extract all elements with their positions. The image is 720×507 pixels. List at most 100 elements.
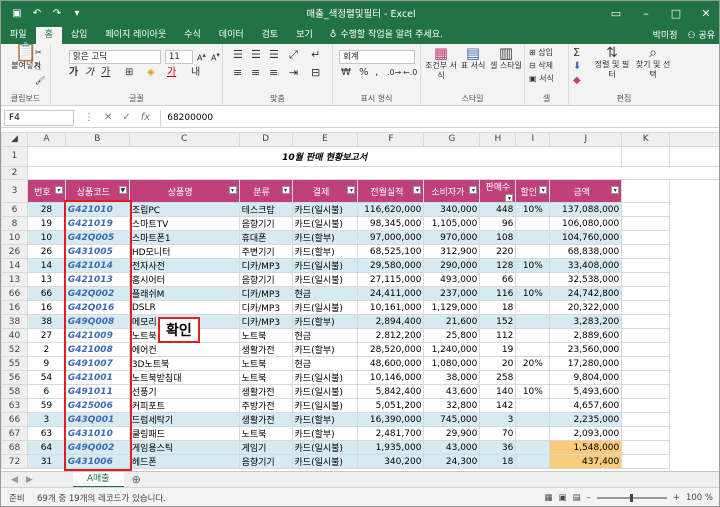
table-cell[interactable]: 주변기기 bbox=[238, 244, 293, 259]
table-cell[interactable]: 디카/MP3 bbox=[238, 258, 293, 273]
table-cell[interactable]: 97,000,000 bbox=[357, 230, 425, 245]
table-cell[interactable]: 20,322,000 bbox=[549, 300, 623, 315]
row-header[interactable]: 14 bbox=[1, 258, 28, 273]
table-cell[interactable]: 2,093,000 bbox=[549, 426, 623, 441]
table-cell[interactable]: 26 bbox=[26, 244, 66, 259]
row-header[interactable]: 72 bbox=[1, 454, 28, 469]
table-cell[interactable]: 16,390,000 bbox=[357, 412, 425, 427]
percent-icon[interactable]: % bbox=[359, 68, 369, 78]
table-cell[interactable]: 20 bbox=[479, 356, 517, 371]
table-cell[interactable]: 24,300 bbox=[423, 454, 481, 469]
table-cell[interactable]: 745,000 bbox=[423, 412, 481, 427]
table-cell[interactable]: 플래쉬M bbox=[128, 286, 240, 301]
save-icon[interactable]: ▣ bbox=[11, 7, 23, 19]
table-cell[interactable]: 237,000 bbox=[423, 286, 481, 301]
header-payment[interactable]: 결제 ▾ bbox=[291, 179, 359, 203]
table-cell[interactable]: 137,088,000 bbox=[549, 202, 623, 217]
scroll-left-icon[interactable]: ◀ bbox=[11, 475, 18, 485]
table-cell[interactable]: 카드(일시불) bbox=[291, 300, 359, 315]
table-cell[interactable]: 노트북 bbox=[238, 328, 293, 343]
tell-me-box[interactable]: ♁ 수행할 작업을 알려 주세요. bbox=[322, 27, 443, 44]
table-cell[interactable]: 카드(할부) bbox=[291, 314, 359, 329]
column-header-g[interactable]: G bbox=[423, 132, 481, 147]
quick-access-dropdown-icon[interactable]: ▾ bbox=[71, 7, 83, 19]
table-cell[interactable]: 220 bbox=[479, 244, 517, 259]
column-header-a[interactable]: A bbox=[26, 132, 66, 147]
table-cell[interactable]: 38,000 bbox=[423, 370, 481, 385]
table-cell[interactable]: 140 bbox=[479, 384, 517, 399]
shrink-font-icon[interactable]: A▾ bbox=[211, 50, 220, 64]
table-cell[interactable]: 카드(일시불) bbox=[291, 384, 359, 399]
table-cell[interactable]: 290,000 bbox=[423, 258, 481, 273]
align-middle-icon[interactable]: ☰ bbox=[251, 49, 261, 60]
table-cell[interactable]: 음향기기 bbox=[238, 454, 293, 469]
table-cell[interactable]: 9 bbox=[26, 356, 66, 371]
tab-review[interactable]: 검토 bbox=[253, 27, 288, 44]
close-icon[interactable]: ✕ bbox=[691, 1, 719, 25]
table-cell[interactable]: 38 bbox=[26, 314, 66, 329]
table-cell[interactable]: 카드(일시불) bbox=[291, 398, 359, 413]
row-header[interactable]: 68 bbox=[1, 440, 28, 455]
table-cell[interactable] bbox=[515, 314, 551, 329]
table-cell[interactable]: HD모니터 bbox=[128, 244, 240, 259]
comma-icon[interactable]: , bbox=[375, 68, 378, 78]
table-cell[interactable]: 1,240,000 bbox=[423, 342, 481, 357]
row-header[interactable]: 56 bbox=[1, 370, 28, 385]
table-cell[interactable]: 디카/MP3 bbox=[238, 286, 293, 301]
row-header[interactable]: 38 bbox=[1, 314, 28, 329]
table-cell[interactable] bbox=[515, 216, 551, 231]
filter-dropdown-icon[interactable]: ▾ bbox=[347, 185, 356, 194]
font-name-select[interactable]: 맑은 고딕 bbox=[69, 50, 161, 64]
table-cell[interactable]: 생활가전 bbox=[238, 412, 293, 427]
redo-icon[interactable]: ↷ bbox=[51, 7, 63, 19]
table-cell[interactable]: 커피포트 bbox=[128, 398, 240, 413]
table-cell[interactable]: 312,900 bbox=[423, 244, 481, 259]
table-cell[interactable]: 카드(일시불) bbox=[291, 440, 359, 455]
cell-styles-button[interactable]: ▥ 셀 스타일 bbox=[489, 46, 523, 71]
delete-cells-button[interactable]: ⊟ 삭제 bbox=[529, 61, 553, 71]
zoom-level[interactable]: 100 % bbox=[686, 493, 713, 503]
table-cell[interactable]: 70 bbox=[479, 426, 517, 441]
table-cell[interactable]: 24,742,800 bbox=[549, 286, 623, 301]
table-cell[interactable] bbox=[515, 454, 551, 469]
table-cell[interactable]: 32,538,000 bbox=[549, 272, 623, 287]
tab-data[interactable]: 데이터 bbox=[210, 27, 253, 44]
table-cell[interactable]: 2,812,200 bbox=[357, 328, 425, 343]
row-header[interactable]: 16 bbox=[1, 300, 28, 315]
table-cell[interactable]: 노트북 bbox=[238, 370, 293, 385]
table-cell[interactable]: 카드(일시불) bbox=[291, 258, 359, 273]
table-cell[interactable]: 29,900 bbox=[423, 426, 481, 441]
row-header[interactable]: 1 bbox=[1, 145, 28, 167]
table-cell[interactable]: 18 bbox=[479, 300, 517, 315]
table-cell[interactable] bbox=[515, 412, 551, 427]
table-cell[interactable]: 10% bbox=[515, 384, 551, 399]
table-cell[interactable]: 152 bbox=[479, 314, 517, 329]
font-color-icon[interactable]: 가 bbox=[167, 68, 176, 78]
table-cell[interactable]: 조립PC bbox=[128, 202, 240, 217]
orientation-icon[interactable]: ⤢ bbox=[289, 49, 298, 60]
grow-font-icon[interactable]: A▴ bbox=[197, 50, 206, 64]
align-top-icon[interactable]: ☰ bbox=[233, 49, 243, 60]
sheet-tab-a-sales[interactable]: A매출 bbox=[72, 471, 124, 488]
table-cell[interactable] bbox=[515, 230, 551, 245]
filter-dropdown-icon[interactable]: ▾ bbox=[469, 185, 478, 194]
table-cell[interactable]: 340,000 bbox=[423, 202, 481, 217]
autosum-icon[interactable]: Σ bbox=[573, 47, 580, 58]
table-cell[interactable]: 28 bbox=[26, 202, 66, 217]
table-cell[interactable]: 19 bbox=[26, 216, 66, 231]
table-cell[interactable]: 게임용스틱 bbox=[128, 440, 240, 455]
table-cell[interactable]: 게임기 bbox=[238, 440, 293, 455]
table-cell[interactable]: 카드(할부) bbox=[291, 426, 359, 441]
table-cell[interactable]: 드럼세탁기 bbox=[128, 412, 240, 427]
table-cell[interactable]: 노트북 bbox=[238, 426, 293, 441]
format-as-table-button[interactable]: ▤ 표 서식 bbox=[457, 46, 489, 71]
table-cell[interactable]: 2,889,600 bbox=[549, 328, 623, 343]
table-cell[interactable]: DSLR bbox=[128, 300, 240, 315]
table-cell[interactable]: 카드(할부) bbox=[291, 412, 359, 427]
column-header-c[interactable]: C bbox=[128, 132, 240, 147]
table-cell[interactable]: 음향기기 bbox=[238, 272, 293, 287]
table-cell[interactable]: 19 bbox=[479, 342, 517, 357]
table-cell[interactable]: 32,800 bbox=[423, 398, 481, 413]
table-cell[interactable]: 10% bbox=[515, 258, 551, 273]
conditional-format-button[interactable]: ▦ 조건부 서식 bbox=[425, 46, 457, 81]
